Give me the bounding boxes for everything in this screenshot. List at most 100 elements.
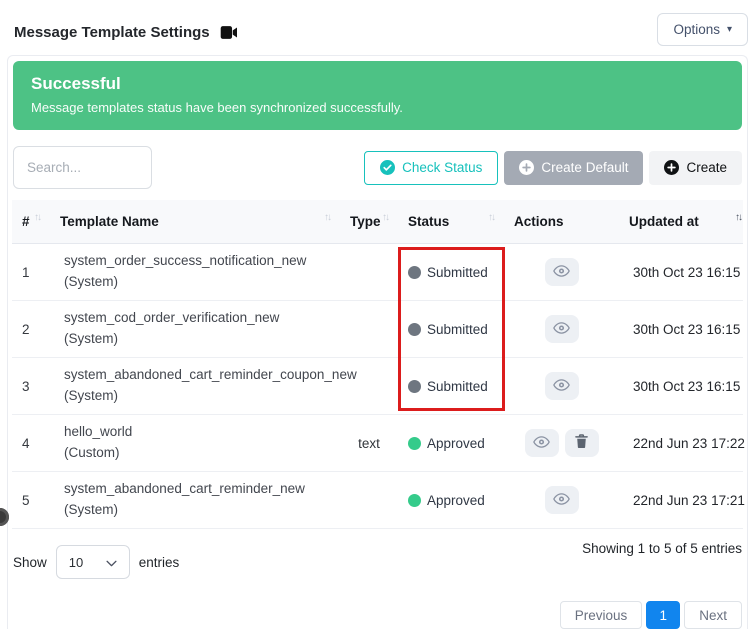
status-cell: Submitted bbox=[398, 379, 504, 394]
actions-cell bbox=[504, 486, 619, 514]
template-type: text bbox=[340, 436, 398, 451]
create-label: Create bbox=[686, 160, 727, 175]
template-name-cell: system_abandoned_cart_reminder_new (Syst… bbox=[50, 473, 340, 527]
status-cell: Approved bbox=[398, 493, 504, 508]
sort-icon[interactable]: ↑↓ bbox=[34, 212, 40, 223]
status-cell: Approved bbox=[398, 436, 504, 451]
column-header-number[interactable]: # ↑↓ bbox=[12, 214, 50, 229]
pagination: Previous 1 Next bbox=[13, 601, 742, 629]
table-body: 1 system_order_success_notification_new … bbox=[12, 244, 743, 529]
alert-title: Successful bbox=[31, 74, 724, 94]
updated-at: 22nd Jun 23 17:21 bbox=[619, 493, 751, 508]
delete-button[interactable] bbox=[565, 429, 599, 457]
column-header-template-name[interactable]: Template Name ↑↓ bbox=[50, 214, 340, 229]
template-name: system_order_success_notification_new bbox=[64, 251, 326, 272]
table-row: 3 system_abandoned_cart_reminder_coupon_… bbox=[12, 358, 743, 415]
row-number: 1 bbox=[12, 265, 50, 280]
alert-message: Message templates status have been synch… bbox=[31, 100, 724, 115]
previous-page-button[interactable]: Previous bbox=[560, 601, 643, 629]
template-name: hello_world bbox=[64, 422, 326, 443]
status-badge: Submitted bbox=[427, 322, 488, 337]
column-header-type[interactable]: Type ↑↓ bbox=[340, 214, 398, 229]
success-alert: Successful Message templates status have… bbox=[13, 61, 742, 130]
next-page-button[interactable]: Next bbox=[684, 601, 742, 629]
check-status-label: Check Status bbox=[402, 160, 482, 175]
column-header-status[interactable]: Status ↑↓ bbox=[398, 214, 504, 229]
message-template-settings-page: Message Template Settings Options ▾ Succ… bbox=[0, 0, 755, 629]
page-title: Message Template Settings bbox=[14, 24, 210, 41]
status-badge: Approved bbox=[427, 436, 485, 451]
column-header-actions: Actions bbox=[504, 214, 619, 229]
updated-at: 30th Oct 23 16:15 bbox=[619, 379, 751, 394]
eye-icon bbox=[553, 379, 570, 394]
table-footer: Show 10 entries Showing 1 to 5 of 5 entr… bbox=[13, 533, 742, 579]
page-size-select[interactable]: 10 bbox=[56, 545, 130, 579]
plus-circle-icon bbox=[664, 160, 679, 175]
status-badge: Submitted bbox=[427, 265, 488, 280]
trash-icon bbox=[575, 434, 588, 452]
show-label: Show bbox=[13, 555, 47, 570]
options-label: Options bbox=[673, 22, 720, 37]
template-name-cell: system_abandoned_cart_reminder_coupon_ne… bbox=[50, 359, 340, 413]
status-dot-icon bbox=[408, 380, 421, 393]
create-default-button[interactable]: Create Default bbox=[504, 151, 643, 185]
view-button[interactable] bbox=[545, 486, 579, 514]
eye-icon bbox=[553, 265, 570, 280]
page-header: Message Template Settings Options ▾ bbox=[0, 0, 755, 55]
row-number: 2 bbox=[12, 322, 50, 337]
row-number: 5 bbox=[12, 493, 50, 508]
entries-label: entries bbox=[139, 555, 180, 570]
sort-icon[interactable]: ↑↓ bbox=[488, 212, 494, 223]
toolbar: Check Status Create Default Create bbox=[13, 146, 742, 189]
search-input[interactable] bbox=[13, 146, 152, 189]
page-size-control: Show 10 entries bbox=[13, 545, 179, 579]
view-button[interactable] bbox=[545, 315, 579, 343]
actions-cell bbox=[504, 258, 619, 286]
options-button[interactable]: Options ▾ bbox=[657, 13, 748, 46]
status-cell: Submitted bbox=[398, 322, 504, 337]
updated-at: 30th Oct 23 16:15 bbox=[619, 322, 751, 337]
updated-at: 22nd Jun 23 17:22 bbox=[619, 436, 751, 451]
actions-cell bbox=[504, 429, 619, 457]
chevron-down-icon: ▾ bbox=[727, 24, 732, 35]
table-header: # ↑↓ Template Name ↑↓ Type ↑↓ Status ↑↓ … bbox=[12, 200, 743, 244]
column-header-updated-at[interactable]: Updated at ↑↓ bbox=[619, 214, 751, 229]
template-kind: (System) bbox=[64, 386, 326, 407]
chevron-down-icon bbox=[106, 555, 117, 570]
create-default-label: Create Default bbox=[541, 160, 628, 175]
template-kind: (Custom) bbox=[64, 443, 326, 464]
view-button[interactable] bbox=[525, 429, 559, 457]
template-name: system_cod_order_verification_new bbox=[64, 308, 326, 329]
template-name-cell: system_order_success_notification_new (S… bbox=[50, 245, 340, 299]
view-button[interactable] bbox=[545, 372, 579, 400]
template-kind: (System) bbox=[64, 500, 326, 521]
status-badge: Approved bbox=[427, 493, 485, 508]
status-badge: Submitted bbox=[427, 379, 488, 394]
check-status-button[interactable]: Check Status bbox=[364, 151, 498, 185]
page-1-button[interactable]: 1 bbox=[646, 601, 680, 629]
create-button[interactable]: Create bbox=[649, 151, 742, 185]
actions-cell bbox=[504, 315, 619, 343]
actions-cell bbox=[504, 372, 619, 400]
table-row: 5 system_abandoned_cart_reminder_new (Sy… bbox=[12, 472, 743, 529]
template-kind: (System) bbox=[64, 329, 326, 350]
status-dot-icon bbox=[408, 323, 421, 336]
sort-icon[interactable]: ↑↓ bbox=[324, 212, 330, 223]
status-dot-icon bbox=[408, 494, 421, 507]
view-button[interactable] bbox=[545, 258, 579, 286]
status-dot-icon bbox=[408, 266, 421, 279]
plus-circle-icon bbox=[519, 160, 534, 175]
templates-table: # ↑↓ Template Name ↑↓ Type ↑↓ Status ↑↓ … bbox=[12, 200, 743, 529]
page-size-value: 10 bbox=[69, 555, 83, 570]
eye-icon bbox=[553, 493, 570, 508]
row-number: 3 bbox=[12, 379, 50, 394]
template-name-cell: system_cod_order_verification_new (Syste… bbox=[50, 302, 340, 356]
video-camera-icon bbox=[220, 26, 237, 39]
sort-icon[interactable]: ↑↓ bbox=[382, 212, 388, 223]
table-row: 4 hello_world (Custom) text Approved bbox=[12, 415, 743, 472]
updated-at: 30th Oct 23 16:15 bbox=[619, 265, 751, 280]
template-kind: (System) bbox=[64, 272, 326, 293]
template-name: system_abandoned_cart_reminder_coupon_ne… bbox=[64, 365, 326, 386]
sort-icon[interactable]: ↑↓ bbox=[735, 212, 741, 223]
template-name: system_abandoned_cart_reminder_new bbox=[64, 479, 326, 500]
